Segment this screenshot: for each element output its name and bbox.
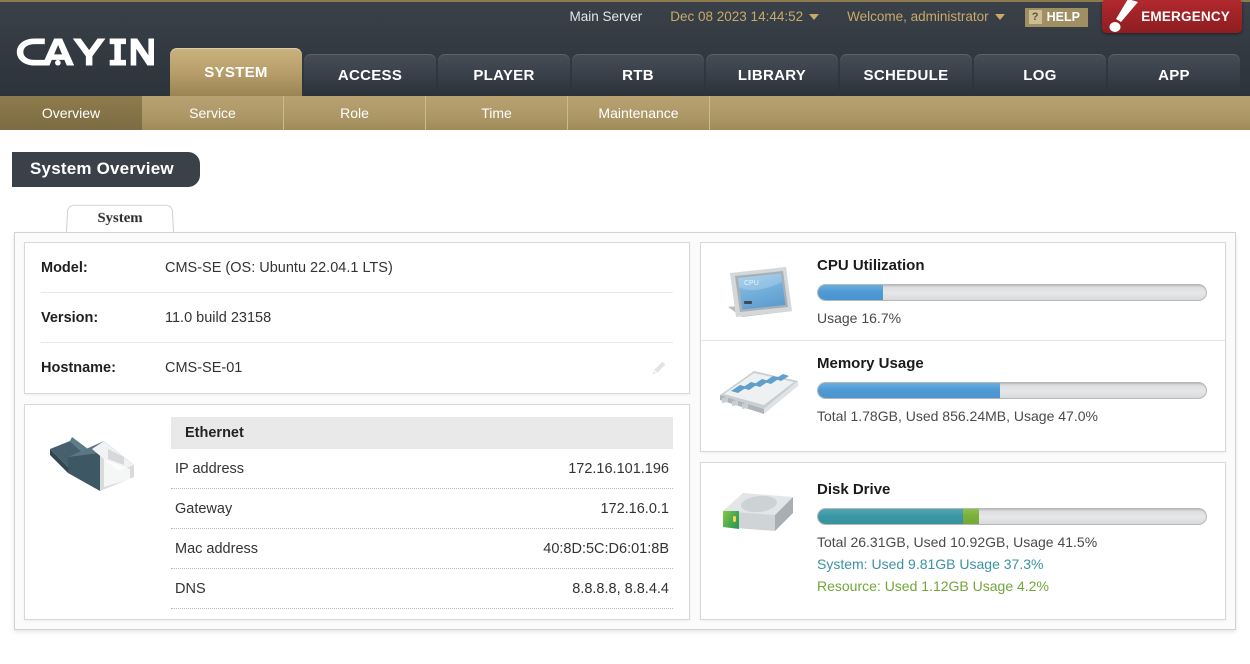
cpu-icon-box: CPU bbox=[701, 257, 817, 326]
exclamation-icon bbox=[1109, 0, 1138, 32]
user-menu[interactable]: Welcome, administrator bbox=[833, 2, 1019, 32]
panel-body: Model: CMS-SE (OS: Ubuntu 22.04.1 LTS) V… bbox=[14, 232, 1236, 630]
datetime-menu[interactable]: Dec 08 2023 14:44:52 bbox=[656, 2, 833, 32]
server-name-label: Main Server bbox=[569, 9, 643, 24]
memory-body: Memory Usage Total 1.78GB, Used 856.24MB… bbox=[817, 355, 1209, 424]
question-mark-icon: ? bbox=[1028, 10, 1042, 24]
version-value: 11.0 build 23158 bbox=[165, 309, 272, 326]
main-navigation: SYSTEM ACCESS PLAYER RTB LIBRARY SCHEDUL… bbox=[170, 48, 1242, 96]
nav-tab-log[interactable]: LOG bbox=[974, 54, 1106, 96]
cpu-title: CPU Utilization bbox=[817, 257, 925, 274]
nav-tab-library[interactable]: LIBRARY bbox=[706, 54, 838, 96]
subnav-item-maintenance[interactable]: Maintenance bbox=[568, 96, 710, 130]
edit-pencil-icon[interactable] bbox=[651, 360, 667, 376]
dns-value: 8.8.8.8, 8.8.4.4 bbox=[572, 580, 669, 597]
page-title: System Overview bbox=[12, 152, 200, 187]
disk-total-note: Total 26.31GB, Used 10.92GB, Usage 41.5% bbox=[817, 534, 1098, 550]
disk-system-note: System: Used 9.81GB Usage 37.3% bbox=[817, 556, 1044, 572]
nav-tab-player[interactable]: PLAYER bbox=[438, 54, 570, 96]
info-row-hostname: Hostname: CMS-SE-01 bbox=[41, 343, 673, 393]
ethernet-row-mac: Mac address 40:8D:5C:D6:01:8B bbox=[171, 529, 673, 569]
ip-address-value: 172.16.101.196 bbox=[568, 460, 669, 477]
top-header: Main Server Dec 08 2023 14:44:52 Welcome… bbox=[0, 0, 1250, 96]
tab-system[interactable]: System bbox=[66, 204, 174, 232]
disk-title: Disk Drive bbox=[817, 481, 891, 498]
nav-tab-access[interactable]: ACCESS bbox=[304, 54, 436, 96]
hostname-label: Hostname: bbox=[41, 360, 116, 376]
svg-text:CPU: CPU bbox=[744, 280, 759, 287]
right-column: CPU CPU Utilization Usage 16.7% Memory U… bbox=[700, 242, 1226, 620]
memory-progress-fill bbox=[818, 383, 1001, 398]
left-column: Model: CMS-SE (OS: Ubuntu 22.04.1 LTS) V… bbox=[24, 242, 690, 620]
emergency-button[interactable]: EMERGENCY bbox=[1102, 0, 1242, 33]
ethernet-row-ip: IP address 172.16.101.196 bbox=[171, 449, 673, 489]
version-label: Version: bbox=[41, 309, 99, 326]
disk-icon-box bbox=[701, 481, 817, 594]
datetime-label: Dec 08 2023 14:44:52 bbox=[670, 9, 804, 24]
content-panel: System Model: CMS-SE (OS: Ubuntu 22.04.1… bbox=[14, 204, 1236, 630]
ethernet-icon-box bbox=[25, 417, 171, 609]
cpu-progress-bar bbox=[817, 284, 1207, 301]
ethernet-rj45-icon bbox=[50, 437, 134, 491]
ethernet-row-dns: DNS 8.8.8.8, 8.8.4.4 bbox=[171, 569, 673, 609]
subnav-item-overview[interactable]: Overview bbox=[0, 96, 142, 130]
page-title-area: System Overview bbox=[0, 130, 1250, 187]
ethernet-title: Ethernet bbox=[171, 417, 673, 449]
memory-progress-bar bbox=[817, 382, 1207, 399]
subnav-item-service[interactable]: Service bbox=[142, 96, 284, 130]
cpu-body: CPU Utilization Usage 16.7% bbox=[817, 257, 1209, 326]
memory-section: Memory Usage Total 1.78GB, Used 856.24MB… bbox=[701, 341, 1225, 438]
memory-usage-note: Total 1.78GB, Used 856.24MB, Usage 47.0% bbox=[817, 408, 1098, 424]
help-button[interactable]: ? HELP bbox=[1024, 7, 1088, 27]
subnav-item-role[interactable]: Role bbox=[284, 96, 426, 130]
cpu-usage-note: Usage 16.7% bbox=[817, 310, 902, 326]
disk-drive-card: Disk Drive Total 26.31GB, Used 10.92GB, … bbox=[700, 462, 1226, 620]
panel-tabs: System bbox=[14, 204, 1236, 232]
nav-tab-rtb[interactable]: RTB bbox=[572, 54, 704, 96]
model-value: CMS-SE (OS: Ubuntu 22.04.1 LTS) bbox=[165, 259, 393, 276]
disk-resource-note: Resource: Used 1.12GB Usage 4.2% bbox=[817, 578, 1049, 594]
memory-ram-icon bbox=[720, 370, 798, 414]
model-label: Model: bbox=[41, 259, 88, 276]
system-info-card: Model: CMS-SE (OS: Ubuntu 22.04.1 LTS) V… bbox=[24, 242, 690, 394]
cayin-logo[interactable] bbox=[14, 34, 154, 70]
emergency-label: EMERGENCY bbox=[1141, 8, 1230, 24]
cpu-progress-fill bbox=[818, 285, 883, 300]
ethernet-card: Ethernet IP address 172.16.101.196 Gatew… bbox=[24, 404, 690, 620]
mac-address-value: 40:8D:5C:D6:01:8B bbox=[543, 540, 669, 557]
info-row-model: Model: CMS-SE (OS: Ubuntu 22.04.1 LTS) bbox=[41, 243, 673, 293]
dns-label: DNS bbox=[175, 580, 206, 597]
disk-body: Disk Drive Total 26.31GB, Used 10.92GB, … bbox=[817, 481, 1209, 594]
nav-tab-schedule[interactable]: SCHEDULE bbox=[840, 54, 972, 96]
ethernet-row-gateway: Gateway 172.16.0.1 bbox=[171, 489, 673, 529]
disk-system-fill bbox=[818, 509, 963, 524]
ethernet-table: Ethernet IP address 172.16.101.196 Gatew… bbox=[171, 417, 673, 609]
resource-usage-card: CPU CPU Utilization Usage 16.7% Memory U… bbox=[700, 242, 1226, 452]
status-bar: Main Server Dec 08 2023 14:44:52 Welcome… bbox=[0, 2, 1250, 32]
cpu-section: CPU CPU Utilization Usage 16.7% bbox=[701, 243, 1225, 341]
welcome-label: Welcome, administrator bbox=[847, 9, 989, 24]
help-label: HELP bbox=[1046, 9, 1080, 24]
ip-address-label: IP address bbox=[175, 460, 245, 477]
mac-address-label: Mac address bbox=[175, 540, 259, 557]
subnav-item-time[interactable]: Time bbox=[426, 96, 568, 130]
chevron-down-icon bbox=[809, 14, 820, 21]
disk-section: Disk Drive Total 26.31GB, Used 10.92GB, … bbox=[701, 463, 1225, 608]
hard-disk-icon bbox=[723, 493, 793, 531]
chevron-down-icon bbox=[994, 14, 1005, 21]
info-row-version: Version: 11.0 build 23158 bbox=[41, 293, 673, 343]
gateway-value: 172.16.0.1 bbox=[600, 500, 669, 517]
disk-resource-fill bbox=[962, 509, 979, 524]
cpu-chip-icon: CPU bbox=[728, 266, 792, 317]
sub-navigation: Overview Service Role Time Maintenance bbox=[0, 96, 1250, 130]
nav-tab-app[interactable]: APP bbox=[1108, 54, 1240, 96]
hostname-value: CMS-SE-01 bbox=[165, 360, 243, 376]
disk-progress-bar bbox=[817, 508, 1207, 525]
memory-icon-box bbox=[701, 355, 817, 424]
gateway-label: Gateway bbox=[175, 500, 233, 517]
memory-title: Memory Usage bbox=[817, 355, 924, 372]
nav-tab-system[interactable]: SYSTEM bbox=[170, 48, 302, 96]
